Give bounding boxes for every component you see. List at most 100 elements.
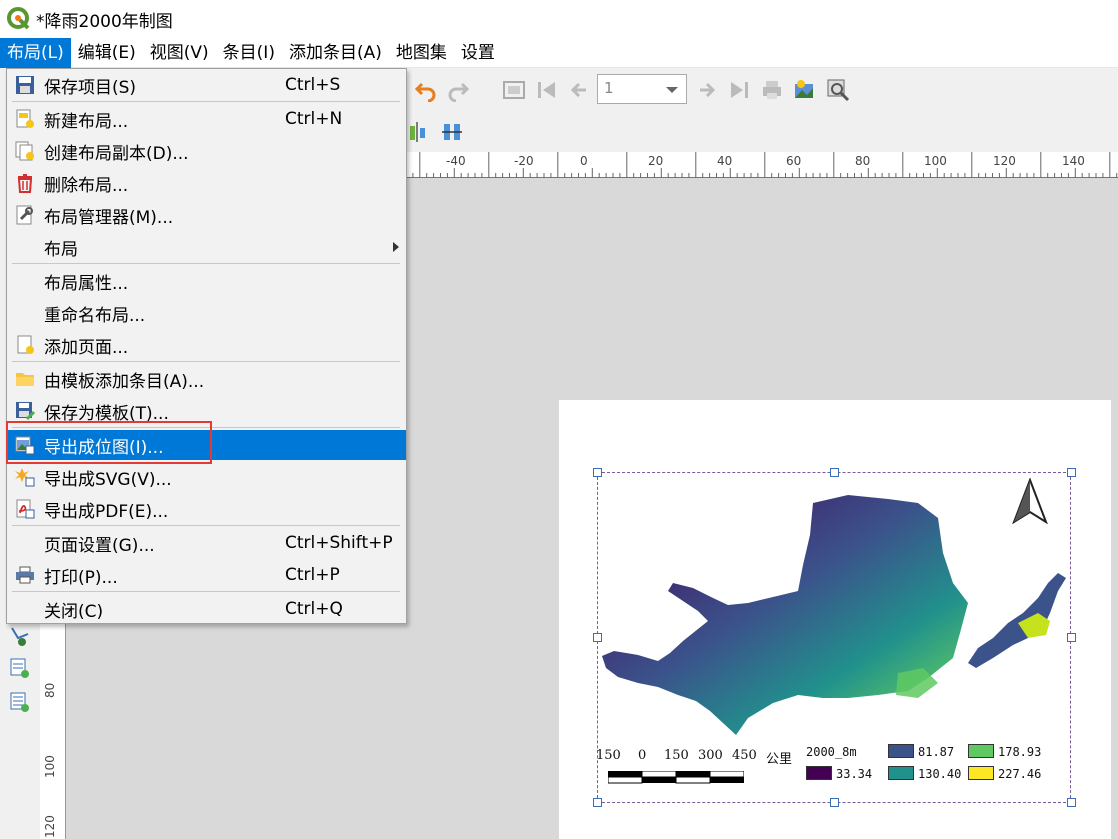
print-atlas-icon[interactable] xyxy=(760,78,784,102)
menu-item-delete-layout[interactable]: 删除布局... xyxy=(8,168,406,198)
menu-separator xyxy=(12,591,400,592)
legend-title: 2000_8m xyxy=(806,745,857,759)
export-svg-icon xyxy=(15,468,35,487)
ruler-label: 120 xyxy=(993,154,1016,168)
legend-value: 81.87 xyxy=(918,745,955,759)
scalebar-label: 300 xyxy=(698,748,723,763)
menu-separator xyxy=(12,525,400,526)
first-feature-icon[interactable] xyxy=(535,78,559,102)
legend-value: 178.93 xyxy=(998,745,1042,759)
menu-edit[interactable]: 编辑(E) xyxy=(71,38,143,68)
menu-item-duplicate-layout[interactable]: 创建布局副本(D)... xyxy=(8,136,406,166)
legend-value: 33.34 xyxy=(836,767,873,781)
ruler-label: 100 xyxy=(924,154,947,168)
export-pdf-icon xyxy=(16,499,35,519)
window-title: *降雨2000年制图 xyxy=(36,11,173,32)
distribute-icon[interactable] xyxy=(408,120,432,144)
legend-value: 227.46 xyxy=(998,767,1042,781)
resize-handle[interactable] xyxy=(593,468,602,477)
menu-separator xyxy=(12,361,400,362)
ruler-label: 140 xyxy=(1062,154,1085,168)
layout-manager-icon xyxy=(16,205,33,225)
menu-item-layout-submenu[interactable]: 布局 xyxy=(8,232,406,262)
scalebar-label: 450 xyxy=(732,748,757,763)
resize-handle[interactable] xyxy=(1067,633,1076,642)
map-item[interactable]: 150 0 150 300 450 公里 2000_8m 33.34 81.87… xyxy=(596,472,1071,803)
menu-item-export-svg[interactable]: 导出成SVG(V)... xyxy=(8,462,406,492)
menu-items[interactable]: 条目(I) xyxy=(216,38,282,68)
next-feature-icon[interactable] xyxy=(694,78,718,102)
alignment-toolbar xyxy=(406,112,1118,152)
ruler-label: 120 xyxy=(43,815,57,838)
qgis-logo-icon xyxy=(7,7,30,30)
new-layout-icon xyxy=(16,109,34,128)
atlas-page-select[interactable]: 1 xyxy=(597,74,687,104)
add-fixed-table-icon[interactable] xyxy=(8,690,32,714)
previous-feature-icon[interactable] xyxy=(568,78,592,102)
ruler-label: -20 xyxy=(514,154,534,168)
export-atlas-image-icon[interactable] xyxy=(793,78,817,102)
menu-item-layout-properties[interactable]: 布局属性... xyxy=(8,266,406,296)
menu-layout[interactable]: 布局(L) xyxy=(0,37,71,68)
ruler-label: 100 xyxy=(43,755,57,778)
trash-icon xyxy=(17,174,33,193)
menu-item-print[interactable]: 打印(P)... Ctrl+P xyxy=(8,560,406,590)
menu-item-add-from-template[interactable]: 由模板添加条目(A)... xyxy=(8,364,406,394)
scalebar-unit: 公里 xyxy=(766,752,793,767)
last-feature-icon[interactable] xyxy=(727,78,751,102)
menu-item-rename-layout[interactable]: 重命名布局... xyxy=(8,298,406,328)
menu-item-page-setup[interactable]: 页面设置(G)... Ctrl+Shift+P xyxy=(8,528,406,558)
legend-swatch xyxy=(888,766,914,780)
menu-item-new-layout[interactable]: 新建布局... Ctrl+N xyxy=(8,104,406,134)
add-node-item-icon[interactable] xyxy=(8,624,32,648)
scalebar-label: 150 xyxy=(596,748,621,763)
legend-swatch xyxy=(888,744,914,758)
legend-swatch xyxy=(968,744,994,758)
resize-handle[interactable] xyxy=(593,633,602,642)
ruler-label: 0 xyxy=(580,154,588,168)
resize-handle[interactable] xyxy=(830,798,839,807)
scalebar-label: 150 xyxy=(664,748,689,763)
title-bar: *降雨2000年制图 xyxy=(0,0,1118,38)
ruler-label: -40 xyxy=(446,154,466,168)
layout-menu-dropdown: 保存项目(S) Ctrl+S 新建布局... Ctrl+N 创建布局副本(D).… xyxy=(6,68,407,624)
resize-handle[interactable] xyxy=(1067,468,1076,477)
ruler-label: 60 xyxy=(786,154,802,168)
menu-atlas[interactable]: 地图集 xyxy=(389,38,454,68)
callout-highlight-box xyxy=(6,421,212,464)
ruler-label: 80 xyxy=(855,154,871,168)
horizontal-ruler: -40 -20 0 20 40 60 80 100 120 140 xyxy=(406,152,1118,178)
resize-handle[interactable] xyxy=(593,798,602,807)
folder-icon xyxy=(16,373,34,386)
resize-handle[interactable] xyxy=(1067,798,1076,807)
menu-separator xyxy=(12,101,400,102)
atlas-page-value: 1 xyxy=(604,79,614,97)
add-page-icon xyxy=(17,335,34,354)
ruler-label: 20 xyxy=(648,154,664,168)
save-template-icon xyxy=(16,402,35,421)
menu-add-item[interactable]: 添加条目(A) xyxy=(282,38,389,68)
scalebar-label: 0 xyxy=(638,748,647,763)
menu-item-save-project[interactable]: 保存项目(S) Ctrl+S xyxy=(8,70,406,100)
atlas-settings-icon[interactable] xyxy=(826,78,850,102)
legend-swatch xyxy=(968,766,994,780)
atlas-preview-icon[interactable] xyxy=(502,78,526,102)
undo-icon[interactable] xyxy=(414,78,438,102)
duplicate-layout-icon xyxy=(15,141,34,161)
menu-settings[interactable]: 设置 xyxy=(454,38,502,68)
chevron-down-icon xyxy=(666,87,678,93)
north-arrow-icon xyxy=(1012,478,1048,524)
save-icon xyxy=(16,76,34,94)
resize-icon[interactable] xyxy=(440,120,464,144)
menu-separator xyxy=(12,263,400,264)
menu-item-export-pdf[interactable]: 导出成PDF(E)... xyxy=(8,494,406,524)
redo-icon[interactable] xyxy=(446,78,470,102)
menu-view[interactable]: 视图(V) xyxy=(143,38,216,68)
scalebar xyxy=(608,771,744,784)
menu-item-add-pages[interactable]: 添加页面... xyxy=(8,330,406,360)
add-attribute-table-icon[interactable] xyxy=(8,656,32,680)
resize-handle[interactable] xyxy=(830,468,839,477)
legend-value: 130.40 xyxy=(918,767,962,781)
menu-item-layout-manager[interactable]: 布局管理器(M)... xyxy=(8,200,406,230)
menu-item-close[interactable]: 关闭(C) Ctrl+Q xyxy=(8,594,406,624)
